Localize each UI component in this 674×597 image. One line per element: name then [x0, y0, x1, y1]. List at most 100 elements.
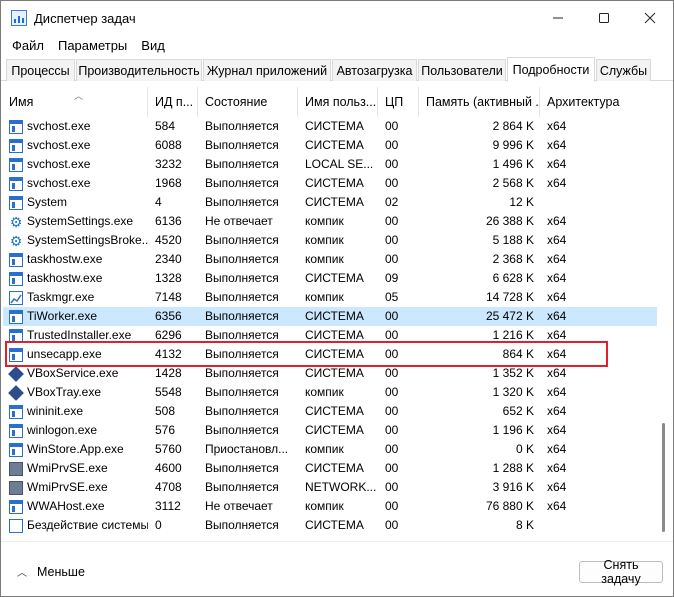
user-cell: СИСТЕМА	[305, 328, 364, 342]
window-title: Диспетчер задач	[34, 10, 136, 26]
table-row[interactable]: unsecapp.exe 4132 Выполняется СИСТЕМА 00 864 …	[3, 345, 657, 364]
table-row[interactable]: svchost.exe 6088 Выполняется СИСТЕМА 00 9 996…	[3, 136, 657, 155]
status-cell: Выполняется	[205, 119, 279, 133]
column-header-cpu[interactable]: ЦП	[379, 87, 419, 117]
vertical-scrollbar[interactable]	[659, 87, 669, 535]
tab-services[interactable]: Службы	[596, 59, 651, 81]
chevron-up-icon: ︿	[17, 568, 27, 579]
minimize-icon	[553, 17, 563, 19]
user-cell: LOCAL SE...	[305, 157, 374, 171]
process-name-cell: ⚙ SystemSettingsBroke...	[3, 231, 148, 250]
pid-cell: 4600	[155, 461, 182, 475]
table-row[interactable]: TiWorker.exe 6356 Выполняется СИСТЕМА 00 25 4…	[3, 307, 657, 326]
table-row[interactable]: WmiPrvSE.exe 4600 Выполняется СИСТЕМА 00 1 28…	[3, 459, 657, 478]
tab-startup[interactable]: Автозагрузка	[332, 59, 417, 81]
table-row[interactable]: ⚙ SystemSettings.exe 6136 Не отвечает компик…	[3, 212, 657, 231]
fewer-details-button[interactable]: ︿ Меньше	[17, 564, 85, 580]
user-cell: СИСТЕМА	[305, 195, 364, 209]
table-row[interactable]: TrustedInstaller.exe 6296 Выполняется СИСТЕ…	[3, 326, 657, 345]
memory-cell: 1 320 K	[492, 385, 534, 399]
table-row[interactable]: VBoxTray.exe 5548 Выполняется компик 00 1 320…	[3, 383, 657, 402]
table-row[interactable]: WWAHost.exe 3112 Не отвечает компик 00 76 880…	[3, 497, 657, 516]
scrollbar-thumb[interactable]	[662, 423, 665, 532]
process-name: VBoxTray.exe	[27, 385, 102, 399]
memory-cell: 1 496 K	[492, 157, 534, 171]
arch-cell: x64	[547, 423, 567, 437]
table-row[interactable]: Taskmgr.exe 7148 Выполняется компик 05 14 728…	[3, 288, 657, 307]
table-row[interactable]: svchost.exe 584 Выполняется СИСТЕМА 00 2 864 …	[3, 117, 657, 136]
user-cell: СИСТЕМА	[305, 404, 364, 418]
user-cell: компик	[305, 290, 344, 304]
column-header-user[interactable]: Имя польз...	[299, 87, 378, 117]
status-cell: Выполняется	[205, 195, 279, 209]
end-task-button[interactable]: Снять задачу	[579, 558, 663, 586]
column-header-pid[interactable]: ИД п...	[149, 87, 198, 117]
cpu-cell: 00	[385, 347, 399, 361]
table-row[interactable]: System 4 Выполняется СИСТЕМА 02 12 K	[3, 193, 657, 212]
user-cell: компик	[305, 233, 344, 247]
minimize-button[interactable]	[535, 1, 581, 35]
status-cell: Выполняется	[205, 233, 279, 247]
memory-cell: 25 472 K	[485, 309, 534, 323]
status-cell: Выполняется	[205, 328, 279, 342]
memory-cell: 8 K	[515, 518, 534, 532]
process-icon	[9, 442, 23, 457]
table-row[interactable]: wininit.exe 508 Выполняется СИСТЕМА 00 652 K x…	[3, 402, 657, 421]
process-name: WWAHost.exe	[27, 499, 105, 513]
table-row[interactable]: svchost.exe 1968 Выполняется СИСТЕМА 00 2 568…	[3, 174, 657, 193]
column-header-status[interactable]: Состояние	[199, 87, 298, 117]
tab-users[interactable]: Пользователи	[418, 59, 506, 81]
arch-cell: x64	[547, 309, 567, 323]
table-row[interactable]: WinStore.App.exe 5760 Приостановл... компик…	[3, 440, 657, 459]
pid-cell: 1428	[155, 366, 182, 380]
table-row[interactable]: ⚙ SystemSettingsBroke... 4520 Выполняется ко…	[3, 231, 657, 250]
close-button[interactable]	[627, 1, 673, 35]
process-name: Бездействие системы	[27, 518, 148, 532]
column-header-name[interactable]: Имя ︿	[3, 87, 148, 117]
table-row[interactable]: VBoxService.exe 1428 Выполняется СИСТЕМА 00 1…	[3, 364, 657, 383]
arch-cell	[541, 193, 657, 212]
table-row[interactable]: svchost.exe 3232 Выполняется LOCAL SE... 00 1…	[3, 155, 657, 174]
table-row[interactable]: WmiPrvSE.exe 4708 Выполняется NETWORK... 00 3…	[3, 478, 657, 497]
process-name: WmiPrvSE.exe	[27, 480, 108, 494]
pid-cell: 3112	[155, 499, 181, 513]
menu-view[interactable]: Вид	[134, 38, 172, 53]
cpu-cell: 00	[385, 366, 399, 380]
tab-app-history[interactable]: Журнал приложений	[203, 59, 331, 81]
status-cell: Выполняется	[205, 461, 279, 475]
table-row[interactable]: Бездействие системы 0 Выполняется СИСТЕМА 00…	[3, 516, 657, 535]
tab-details[interactable]: Подробности	[507, 57, 595, 82]
user-cell: СИСТЕМА	[305, 347, 364, 361]
table-row[interactable]: taskhostw.exe 2340 Выполняется компик 00 2 36…	[3, 250, 657, 269]
arch-cell: x64	[547, 480, 567, 494]
table-row[interactable]: winlogon.exe 576 Выполняется СИСТЕМА 00 1 196…	[3, 421, 657, 440]
process-name-cell: Taskmgr.exe	[3, 288, 148, 307]
tab-processes[interactable]: Процессы	[6, 59, 75, 81]
virtualbox-icon	[8, 365, 24, 382]
column-header-name-label: Имя	[9, 95, 34, 109]
column-header-arch[interactable]: Архитектура	[541, 87, 657, 117]
process-name-cell: WmiPrvSE.exe	[3, 459, 148, 478]
column-header-memory[interactable]: Память (активный ...	[420, 87, 540, 117]
status-cell: Приостановл...	[205, 442, 289, 456]
menu-file[interactable]: Файл	[5, 38, 51, 53]
memory-cell: 76 880 K	[485, 499, 534, 513]
process-name-cell: ⚙ SystemSettings.exe	[3, 212, 148, 231]
arch-cell: x64	[547, 404, 567, 418]
table-header: Имя ︿ ИД п... Состояние Имя польз... ЦП …	[3, 87, 657, 117]
memory-cell: 2 368 K	[492, 252, 534, 266]
process-name-cell: taskhostw.exe	[3, 250, 148, 269]
tab-performance[interactable]: Производительность	[76, 59, 202, 81]
maximize-button[interactable]	[581, 1, 627, 35]
process-icon	[9, 347, 23, 362]
table-row[interactable]: taskhostw.exe 1328 Выполняется СИСТЕМА 09 6 6…	[3, 269, 657, 288]
status-cell: Выполняется	[205, 290, 279, 304]
arch-cell: x64	[547, 366, 567, 380]
memory-cell: 0 K	[515, 442, 534, 456]
menu-options[interactable]: Параметры	[51, 38, 134, 53]
cpu-cell: 00	[385, 461, 399, 475]
virtualbox-icon	[8, 384, 24, 401]
process-icon	[9, 195, 23, 210]
pid-cell: 6136	[155, 214, 182, 228]
process-name-cell: unsecapp.exe	[3, 345, 148, 364]
